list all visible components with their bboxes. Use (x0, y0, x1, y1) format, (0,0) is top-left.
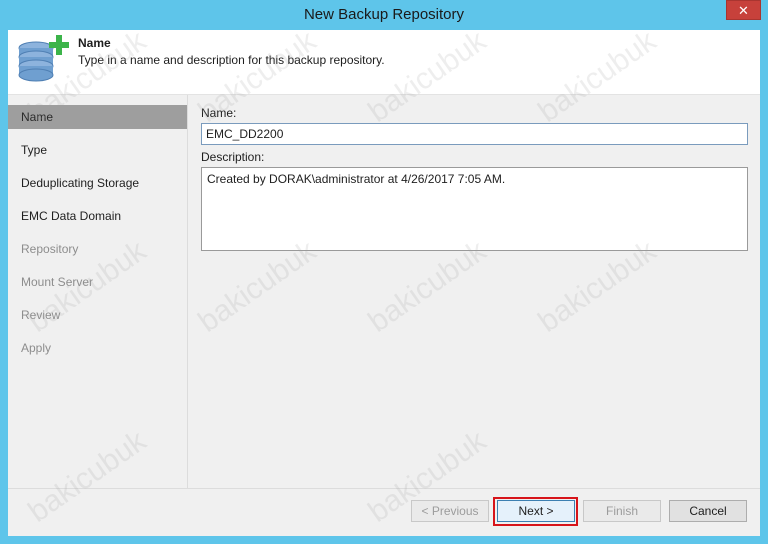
step-review: Review (21, 308, 61, 322)
step-name[interactable]: Name (8, 105, 187, 129)
finish-button[interactable]: Finish (583, 500, 661, 522)
footer-divider (8, 488, 760, 489)
previous-button[interactable]: < Previous (411, 500, 489, 522)
wizard-main-panel: Name: Description: Created by DORAK\admi… (188, 95, 760, 488)
window-title: New Backup Repository (303, 6, 465, 23)
step-mount-server: Mount Server (21, 275, 94, 289)
cancel-button[interactable]: Cancel (669, 500, 747, 522)
step-repository: Repository (21, 242, 79, 256)
wizard-header: Name Type in a name and description for … (8, 30, 760, 95)
step-emc-data-domain[interactable]: EMC Data Domain (8, 204, 187, 228)
step-deduplicating-storage[interactable]: Deduplicating Storage (8, 171, 187, 195)
step-apply: Apply (21, 341, 52, 355)
name-input[interactable] (201, 123, 748, 145)
close-button[interactable]: ✕ (726, 0, 761, 20)
step-description: Type in a name and description for this … (78, 53, 385, 67)
name-label: Name: (201, 106, 237, 120)
wizard-steps-sidebar: Name Type Deduplicating Storage EMC Data… (8, 95, 188, 488)
wizard-client: Name Type in a name and description for … (8, 30, 760, 536)
step-type[interactable]: Type (8, 138, 187, 162)
database-add-icon (18, 35, 69, 82)
description-label: Description: (201, 150, 265, 164)
description-textarea[interactable]: Created by DORAK\administrator at 4/26/2… (201, 167, 748, 251)
step-title: Name (78, 36, 111, 50)
next-button[interactable]: Next > (497, 500, 575, 522)
title-bar[interactable]: New Backup Repository ✕ (0, 0, 768, 30)
wizard-window: New Backup Repository ✕ Name Type in a n… (0, 0, 768, 544)
